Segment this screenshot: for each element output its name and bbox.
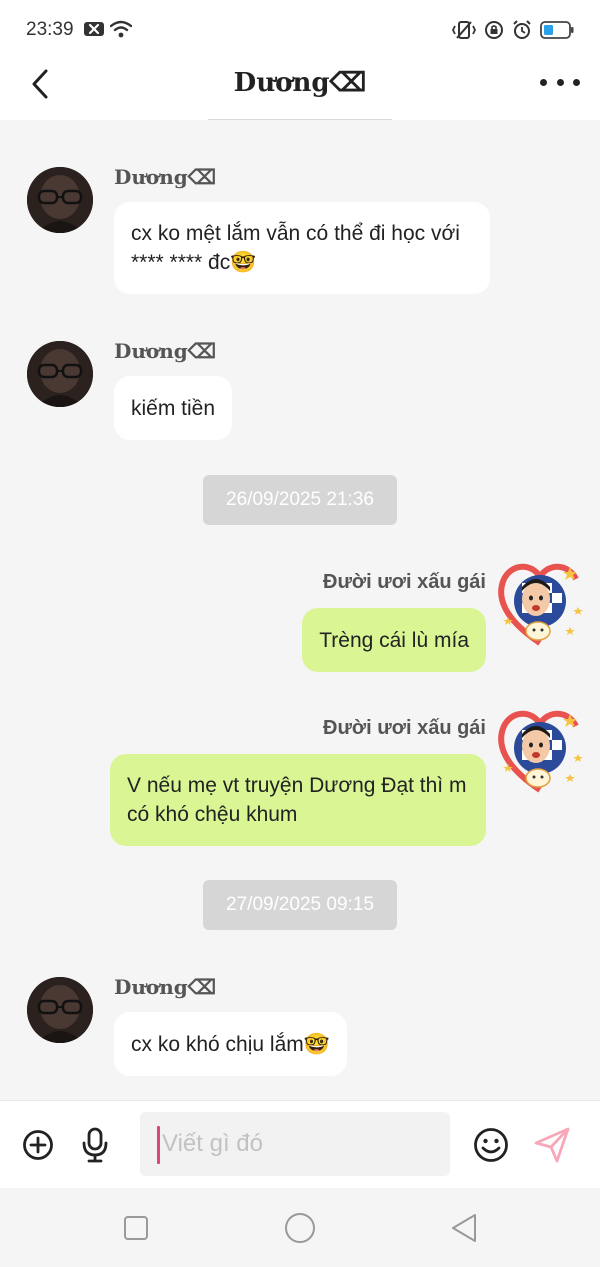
sender-name: Đười ươi xấu gái xyxy=(323,571,486,593)
notification-x-icon xyxy=(84,21,104,42)
avatar[interactable] xyxy=(494,557,586,649)
emoji-icon xyxy=(474,1128,508,1162)
system-nav-bar xyxy=(0,1188,600,1267)
emoji-button[interactable] xyxy=(472,1126,510,1164)
status-bar: 23:39 xyxy=(0,0,600,56)
message-bubble[interactable]: kiếm tiền xyxy=(114,376,233,440)
message-bubble[interactable]: cx ko mệt lắm vẫn có thể đi học với ****… xyxy=(114,202,490,294)
avatar[interactable] xyxy=(27,341,93,407)
date-separator: 27/09/2025 09:15 xyxy=(203,880,397,930)
alarm-icon xyxy=(512,20,532,45)
recent-apps-button[interactable] xyxy=(118,1210,154,1246)
more-dot xyxy=(556,78,564,86)
voice-message-button[interactable] xyxy=(78,1125,112,1165)
sender-name: Đười ươi xấu gái xyxy=(323,717,486,739)
more-dot xyxy=(573,78,580,86)
circle-icon xyxy=(285,1213,315,1243)
send-icon xyxy=(534,1127,570,1163)
sender-name: Dương⌫ xyxy=(114,975,217,999)
message-bubble[interactable]: cx ko khó chịu lắm🤓 xyxy=(114,1012,347,1076)
status-time: 23:39 xyxy=(26,19,74,40)
avatar[interactable] xyxy=(27,977,93,1043)
battery-icon xyxy=(540,21,574,44)
chat-title: Dương⌫ xyxy=(233,68,367,98)
text-caret xyxy=(157,1126,160,1164)
home-button[interactable] xyxy=(282,1210,318,1246)
send-button[interactable] xyxy=(532,1125,572,1165)
composer-bar xyxy=(0,1100,600,1188)
chat-header: Dương⌫ xyxy=(0,56,600,120)
add-attachment-button[interactable] xyxy=(20,1127,56,1163)
more-dot xyxy=(540,78,547,86)
add-circle-icon xyxy=(23,1130,53,1160)
wifi-icon xyxy=(109,20,133,43)
message-bubble[interactable]: Trèng cái lù mía xyxy=(302,608,486,672)
chat-area[interactable]: Dương⌫ cx ko mệt lắm vẫn có thể đi học v… xyxy=(0,120,600,1100)
sender-name: Dương⌫ xyxy=(114,339,217,363)
square-icon xyxy=(124,1216,148,1240)
avatar[interactable] xyxy=(27,167,93,233)
back-nav-button[interactable] xyxy=(446,1210,482,1246)
more-options-button[interactable] xyxy=(540,70,580,94)
microphone-icon xyxy=(82,1127,108,1163)
triangle-back-icon xyxy=(452,1214,476,1242)
vibrate-icon xyxy=(451,20,477,45)
lock-rotation-icon xyxy=(484,20,504,45)
date-separator: 26/09/2025 21:36 xyxy=(203,475,397,525)
avatar[interactable] xyxy=(494,704,586,796)
message-bubble[interactable]: V nếu mẹ vt truyện Dương Đạt thì m có kh… xyxy=(110,754,486,846)
sender-name: Dương⌫ xyxy=(114,165,217,189)
message-input[interactable] xyxy=(140,1112,450,1176)
